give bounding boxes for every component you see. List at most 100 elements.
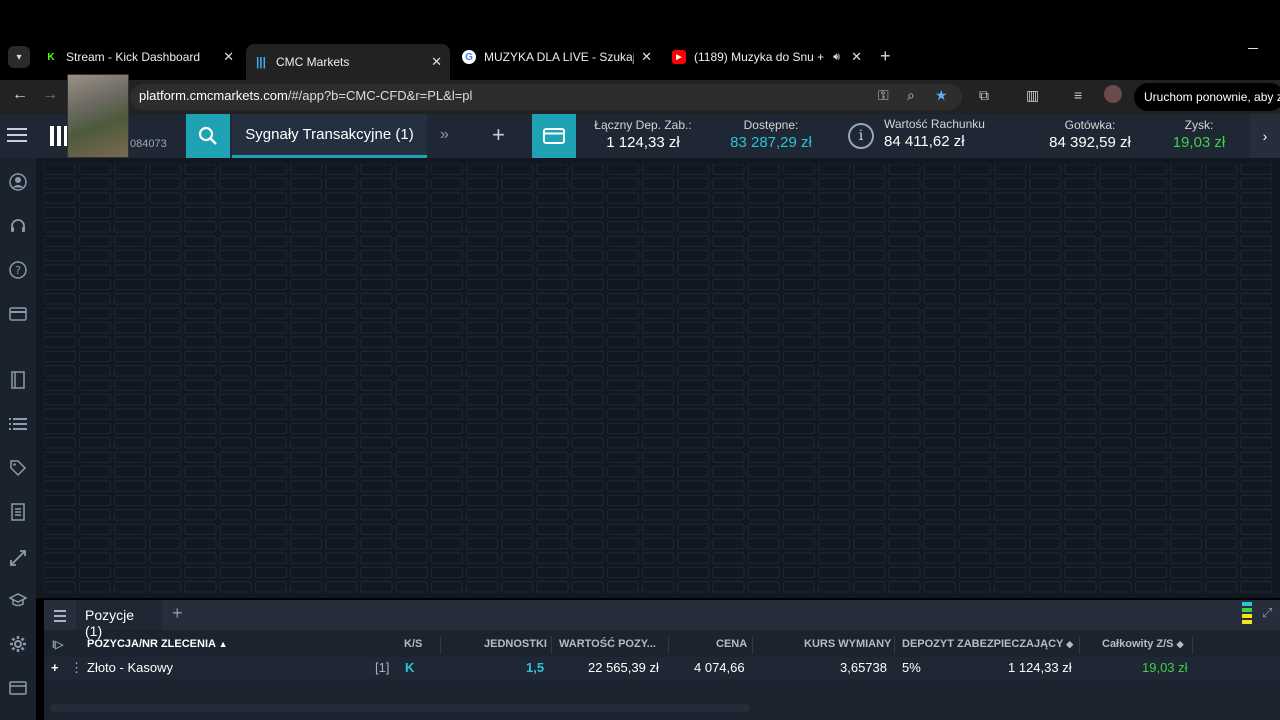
reading-mode-icon[interactable]: ▥ bbox=[1026, 87, 1039, 104]
grid-cell bbox=[184, 552, 217, 564]
grid-cell bbox=[1169, 566, 1203, 579]
profile-avatar[interactable] bbox=[1104, 85, 1122, 103]
col-margin[interactable]: DEPOZYT ZABEZPIECZAJĄCY ◆ bbox=[902, 638, 1073, 650]
grid-cell bbox=[712, 307, 745, 319]
add-tab-plus-icon[interactable]: + bbox=[492, 122, 505, 148]
chart-tools-icon[interactable] bbox=[8, 548, 28, 568]
grid-cell bbox=[465, 235, 499, 247]
more-tabs-chevron-icon[interactable]: » bbox=[440, 126, 449, 144]
back-arrow-icon[interactable]: ← bbox=[12, 86, 28, 104]
grid-cell bbox=[254, 321, 287, 334]
grid-cell bbox=[677, 321, 710, 334]
education-cap-icon[interactable] bbox=[8, 590, 28, 610]
col-price[interactable]: CENA bbox=[716, 638, 747, 650]
grid-cell bbox=[360, 581, 393, 593]
workspace-grid-area[interactable] bbox=[36, 158, 1280, 598]
extensions-puzzle-icon[interactable]: ⧉ bbox=[979, 87, 989, 104]
grid-cell bbox=[113, 393, 147, 406]
search-button[interactable] bbox=[186, 114, 230, 158]
close-tab-icon[interactable]: ✕ bbox=[431, 54, 442, 70]
grid-cell bbox=[44, 278, 76, 291]
tab-google-search[interactable]: G MUZYKA DLA LIVE - Szukaj w G ✕ bbox=[454, 44, 660, 70]
audio-playing-icon[interactable]: 🔊︎ bbox=[833, 51, 840, 64]
col-side[interactable]: K/S bbox=[404, 638, 422, 650]
info-icon[interactable]: i bbox=[848, 123, 874, 149]
tab-search-chevron-icon[interactable]: ▾ bbox=[8, 46, 30, 68]
tab-positions[interactable]: Pozycje (1) bbox=[76, 600, 162, 639]
add-panel-tab-plus-icon[interactable]: + bbox=[172, 603, 183, 624]
grid-cell bbox=[113, 537, 147, 550]
grid-cell bbox=[1064, 566, 1097, 579]
account-user-icon[interactable] bbox=[8, 172, 28, 192]
close-tab-icon[interactable]: ✕ bbox=[641, 49, 652, 65]
payment-card-icon[interactable] bbox=[8, 304, 28, 324]
header-scroll-right-icon[interactable]: › bbox=[1250, 114, 1280, 158]
grid-cell bbox=[817, 365, 851, 377]
main-menu-icon[interactable] bbox=[7, 128, 27, 146]
grid-cell bbox=[1134, 422, 1167, 435]
grid-cell bbox=[501, 278, 534, 291]
wallet-button[interactable] bbox=[532, 114, 576, 158]
row-menu-icon[interactable]: ⋮ bbox=[70, 660, 83, 676]
address-url[interactable]: platform.cmcmarkets.com/#/app?b=CMC-CFD&… bbox=[139, 88, 472, 103]
col-units[interactable]: JEDNOSTKI bbox=[484, 638, 547, 650]
grid-cell bbox=[888, 566, 921, 579]
instrument-name[interactable]: Złoto - Kasowy bbox=[87, 660, 173, 675]
tab-cmc-markets[interactable]: ||| CMC Markets ✕ bbox=[246, 44, 450, 80]
grid-cell bbox=[395, 437, 428, 449]
close-tab-icon[interactable]: ✕ bbox=[851, 49, 862, 65]
grid-cell bbox=[289, 393, 323, 406]
col-fx-rate[interactable]: KURS WYMIANY bbox=[804, 638, 891, 650]
grid-cell bbox=[1134, 523, 1167, 535]
grid-cell bbox=[254, 293, 287, 305]
grid-cell bbox=[677, 177, 710, 190]
grid-cell bbox=[1169, 480, 1203, 492]
horizontal-scrollbar[interactable] bbox=[50, 704, 750, 712]
new-tab-plus-icon[interactable]: + bbox=[880, 46, 891, 67]
document-report-icon[interactable] bbox=[8, 502, 28, 522]
media-control-icon[interactable]: ≡ bbox=[1074, 87, 1082, 103]
grid-cell bbox=[465, 336, 499, 348]
restart-to-update-button[interactable]: Uruchom ponownie, aby zakt bbox=[1134, 83, 1280, 111]
grid-cell bbox=[78, 422, 111, 435]
grid-cell bbox=[817, 278, 851, 291]
watchlist-book-icon[interactable] bbox=[8, 370, 28, 390]
tab-youtube[interactable]: ▶ (1189) Muzyka do Snu + M 🔊︎ ✕ bbox=[664, 44, 870, 70]
grid-cell bbox=[712, 264, 745, 276]
list-icon[interactable] bbox=[8, 414, 28, 434]
grid-cell bbox=[219, 451, 252, 463]
expand-panel-icon[interactable]: ⤢ bbox=[1262, 605, 1272, 621]
expand-row-plus-icon[interactable]: + bbox=[51, 660, 59, 675]
grid-cell bbox=[606, 494, 639, 507]
password-key-icon[interactable]: ⚿ bbox=[878, 87, 889, 104]
grid-cell bbox=[747, 307, 780, 319]
tab-trading-signals[interactable]: Sygnały Transakcyjne (1) bbox=[232, 114, 427, 158]
grid-cell bbox=[923, 235, 956, 247]
help-question-icon[interactable]: ? bbox=[8, 260, 28, 280]
grid-cell bbox=[993, 164, 1027, 175]
col-position[interactable]: POZYCJA/NR ZLECENIA ▲ bbox=[87, 638, 228, 650]
bookmark-star-icon[interactable]: ★ bbox=[935, 87, 948, 104]
grid-cell bbox=[571, 509, 604, 521]
grid-cell bbox=[606, 177, 639, 190]
minimize-window-icon[interactable] bbox=[1248, 48, 1258, 49]
grid-cell bbox=[571, 321, 604, 334]
grid-cell bbox=[782, 537, 815, 550]
settings-gear-icon[interactable] bbox=[8, 634, 28, 654]
price-tag-icon[interactable] bbox=[8, 458, 28, 478]
tab-kick-dashboard[interactable]: K Stream - Kick Dashboard ✕ bbox=[36, 44, 242, 70]
table-row[interactable]: + ⋮ Złoto - Kasowy [1] K 1,5 22 565,39 z… bbox=[44, 657, 1280, 679]
grid-cell bbox=[44, 422, 76, 435]
layout-panel-icon[interactable] bbox=[8, 678, 28, 698]
col-total-pl[interactable]: Całkowity Z/S ◆ bbox=[1102, 638, 1184, 650]
panel-status-bars-icon[interactable] bbox=[1242, 602, 1252, 626]
panel-menu-icon[interactable] bbox=[54, 610, 66, 625]
expand-all-icon[interactable]: I▷ bbox=[52, 638, 64, 651]
close-tab-icon[interactable]: ✕ bbox=[223, 49, 234, 65]
forward-arrow-icon[interactable]: → bbox=[42, 86, 58, 104]
support-headset-icon[interactable] bbox=[8, 216, 28, 236]
col-value[interactable]: WARTOŚĆ POZY... bbox=[559, 638, 656, 650]
zoom-icon[interactable]: ⌕ bbox=[907, 87, 915, 104]
grid-cell bbox=[1064, 177, 1097, 190]
grid-cell bbox=[536, 307, 569, 319]
